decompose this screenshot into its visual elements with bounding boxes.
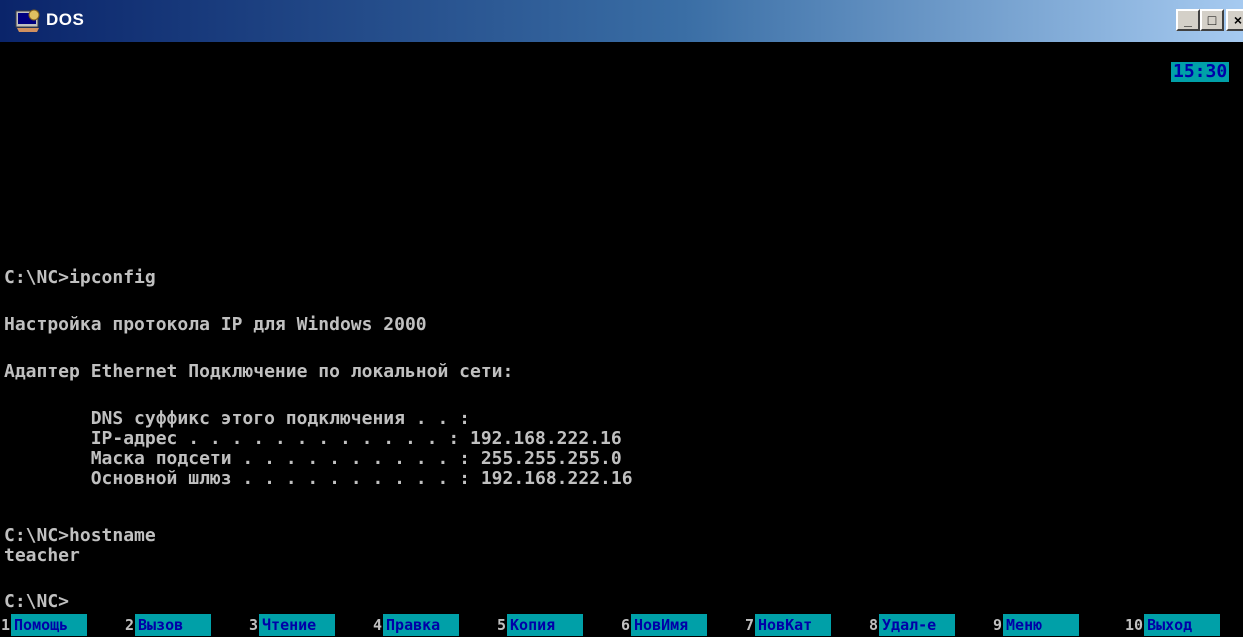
fkey-exit[interactable]: 10 Выход bbox=[1124, 614, 1221, 636]
console-line-hostname-command: C:\NC>hostname bbox=[4, 525, 156, 546]
fkey-number: 2 bbox=[124, 616, 136, 634]
title-bar[interactable]: DOS _ □ × bbox=[0, 0, 1243, 42]
function-key-bar: 1 Помощь 2 Вызов 3 Чтение 4 Правка 5 Копия 6Н… bbox=[0, 613, 1243, 637]
maximize-button[interactable]: □ bbox=[1200, 9, 1224, 31]
fkey-number: 5 bbox=[496, 616, 508, 634]
fkey-number: 10 bbox=[1124, 616, 1145, 634]
fkey-mkdir[interactable]: 7 НовКат bbox=[744, 614, 832, 636]
minimize-button[interactable]: _ bbox=[1176, 9, 1200, 31]
fkey-label: Правка bbox=[383, 614, 460, 636]
fkey-help[interactable]: 1 Помощь bbox=[0, 614, 88, 636]
fkey-label: Чтение bbox=[259, 614, 336, 636]
console-line-ipconfig-command: C:\NC>ipconfig bbox=[4, 267, 156, 288]
fkey-label: НовИмя bbox=[631, 614, 708, 636]
fkey-edit[interactable]: 4 Правка bbox=[372, 614, 460, 636]
console-line-ip-config-title: Настройка протокола IP для Windows 2000 bbox=[4, 314, 427, 335]
fkey-label: НовКат bbox=[755, 614, 832, 636]
clock-display: 15:30 bbox=[1171, 61, 1230, 82]
fkey-label: Меню bbox=[1003, 614, 1080, 636]
dos-window: DOS _ □ × 15:30 C:\NC>ipconfig Настройка… bbox=[0, 0, 1243, 637]
console-line-ip-address: IP-адрес . . . . . . . . . . . . : 192.1… bbox=[4, 428, 622, 449]
fkey-label: Копия bbox=[507, 614, 584, 636]
window-title: DOS bbox=[46, 10, 85, 29]
dos-app-icon bbox=[15, 9, 40, 32]
fkey-label: Вызов bbox=[135, 614, 212, 636]
fkey-number: 4 bbox=[372, 616, 384, 634]
fkey-label: Выход bbox=[1144, 614, 1221, 636]
fkey-rename[interactable]: 6 НовИмя bbox=[620, 614, 708, 636]
fkey-menu[interactable]: 9 Меню bbox=[992, 614, 1080, 636]
fkey-copy[interactable]: 5 Копия bbox=[496, 614, 584, 636]
fkey-number: 7 bbox=[744, 616, 756, 634]
close-button[interactable]: × bbox=[1226, 9, 1243, 31]
console-line-subnet-mask: Маска подсети . . . . . . . . . . : 255.… bbox=[4, 448, 622, 469]
fkey-number: 9 bbox=[992, 616, 1004, 634]
fkey-number: 8 bbox=[868, 616, 880, 634]
console-line-dns-suffix: DNS суффикс этого подключения . . : bbox=[4, 408, 470, 429]
console-line-adapter: Адаптер Ethernet Подключение по локально… bbox=[4, 361, 514, 382]
fkey-label: Удал-е bbox=[879, 614, 956, 636]
fkey-delete[interactable]: 8 Удал-е bbox=[868, 614, 956, 636]
console-prompt[interactable]: C:\NC> bbox=[4, 592, 69, 612]
fkey-call[interactable]: 2 Вызов bbox=[124, 614, 212, 636]
fkey-number: 3 bbox=[248, 616, 260, 634]
console-area[interactable]: 15:30 C:\NC>ipconfig Настройка протокола… bbox=[0, 42, 1243, 637]
fkey-view[interactable]: 3 Чтение bbox=[248, 614, 336, 636]
console-line-hostname-output: teacher bbox=[4, 545, 80, 566]
console-line-gateway: Основной шлюз . . . . . . . . . . : 192.… bbox=[4, 468, 633, 489]
fkey-number: 1 bbox=[0, 616, 12, 634]
fkey-number: 6 bbox=[620, 616, 632, 634]
fkey-label: Помощь bbox=[11, 614, 88, 636]
